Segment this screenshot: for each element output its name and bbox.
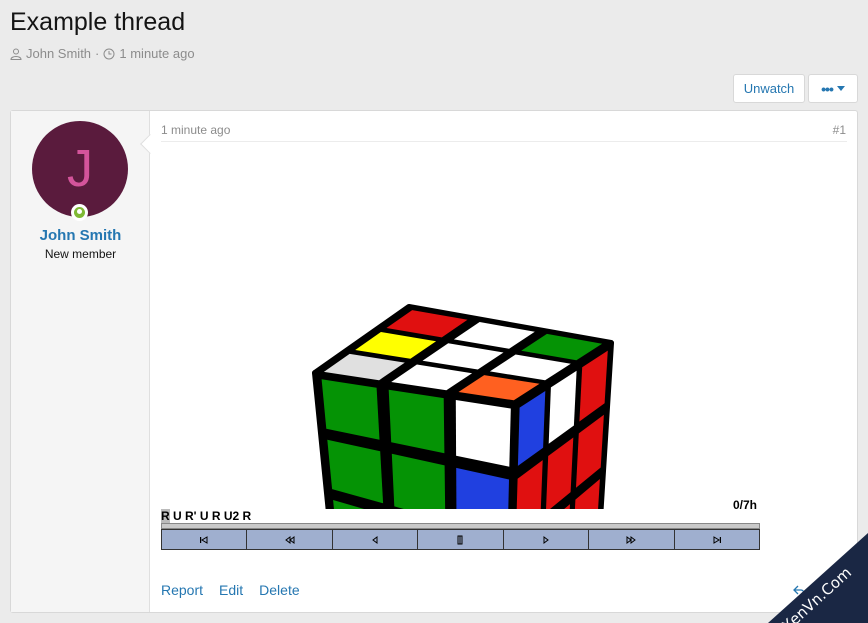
post-time[interactable]: 1 minute ago [161, 123, 230, 137]
play-back-icon [372, 535, 378, 544]
caret-down-icon [836, 86, 845, 91]
play-button[interactable] [503, 530, 590, 549]
skip-end-icon [713, 535, 721, 544]
delete-link[interactable]: Delete [259, 582, 299, 598]
skip-start-icon [200, 535, 208, 544]
post-user-panel: J John Smith New member [11, 111, 160, 612]
step-back-icon [284, 535, 295, 544]
thread-time[interactable]: 1 minute ago [119, 46, 194, 61]
report-link[interactable]: Report [161, 582, 203, 598]
algorithm-moves: U R' U R U2 R [169, 509, 252, 523]
clock-icon [103, 48, 115, 59]
post-username[interactable]: John Smith [11, 227, 150, 244]
post-actions: Report Edit Delete [161, 582, 300, 598]
play-icon [543, 535, 549, 544]
skip-end-button[interactable] [674, 530, 759, 549]
post: J John Smith New member 1 minute ago #1 … [10, 110, 858, 613]
page-title: Example thread [10, 8, 186, 36]
front-sticker [455, 400, 511, 467]
reply-button[interactable]: Reply [792, 582, 846, 598]
avatar[interactable]: J [32, 121, 128, 217]
pause-icon [457, 535, 463, 544]
thread-actions: Unwatch ••• [733, 74, 858, 103]
edit-link[interactable]: Edit [219, 582, 243, 598]
algorithm-current-move: R [161, 509, 170, 523]
rubiks-cube[interactable] [161, 149, 761, 509]
pause-button[interactable] [418, 530, 504, 549]
user-panel-arrow [140, 134, 160, 154]
user-title: New member [44, 247, 117, 261]
algorithm-text: R U R' U R U2 R [161, 509, 251, 523]
rewind-start-button[interactable] [162, 530, 248, 549]
player-controls [161, 529, 760, 550]
meta-separator: · [95, 46, 100, 61]
online-status-icon [71, 204, 88, 221]
avatar-letter: J [67, 140, 93, 198]
step-back-button[interactable] [247, 530, 333, 549]
thread-author[interactable]: John Smith [26, 46, 91, 61]
user-icon [10, 48, 22, 60]
more-options-button[interactable]: ••• [808, 74, 858, 103]
reply-label: Reply [810, 582, 846, 598]
step-forward-button[interactable] [589, 530, 675, 549]
more-dots-icon: ••• [821, 80, 834, 97]
post-divider [161, 141, 847, 142]
thread-meta: John Smith · 1 minute ago [10, 46, 195, 61]
play-back-button[interactable] [332, 530, 419, 549]
step-forward-icon [626, 535, 637, 544]
post-number[interactable]: #1 [833, 123, 846, 137]
reply-icon [793, 585, 805, 595]
player-status: 0/7h [732, 498, 757, 512]
unwatch-button[interactable]: Unwatch [733, 74, 805, 103]
